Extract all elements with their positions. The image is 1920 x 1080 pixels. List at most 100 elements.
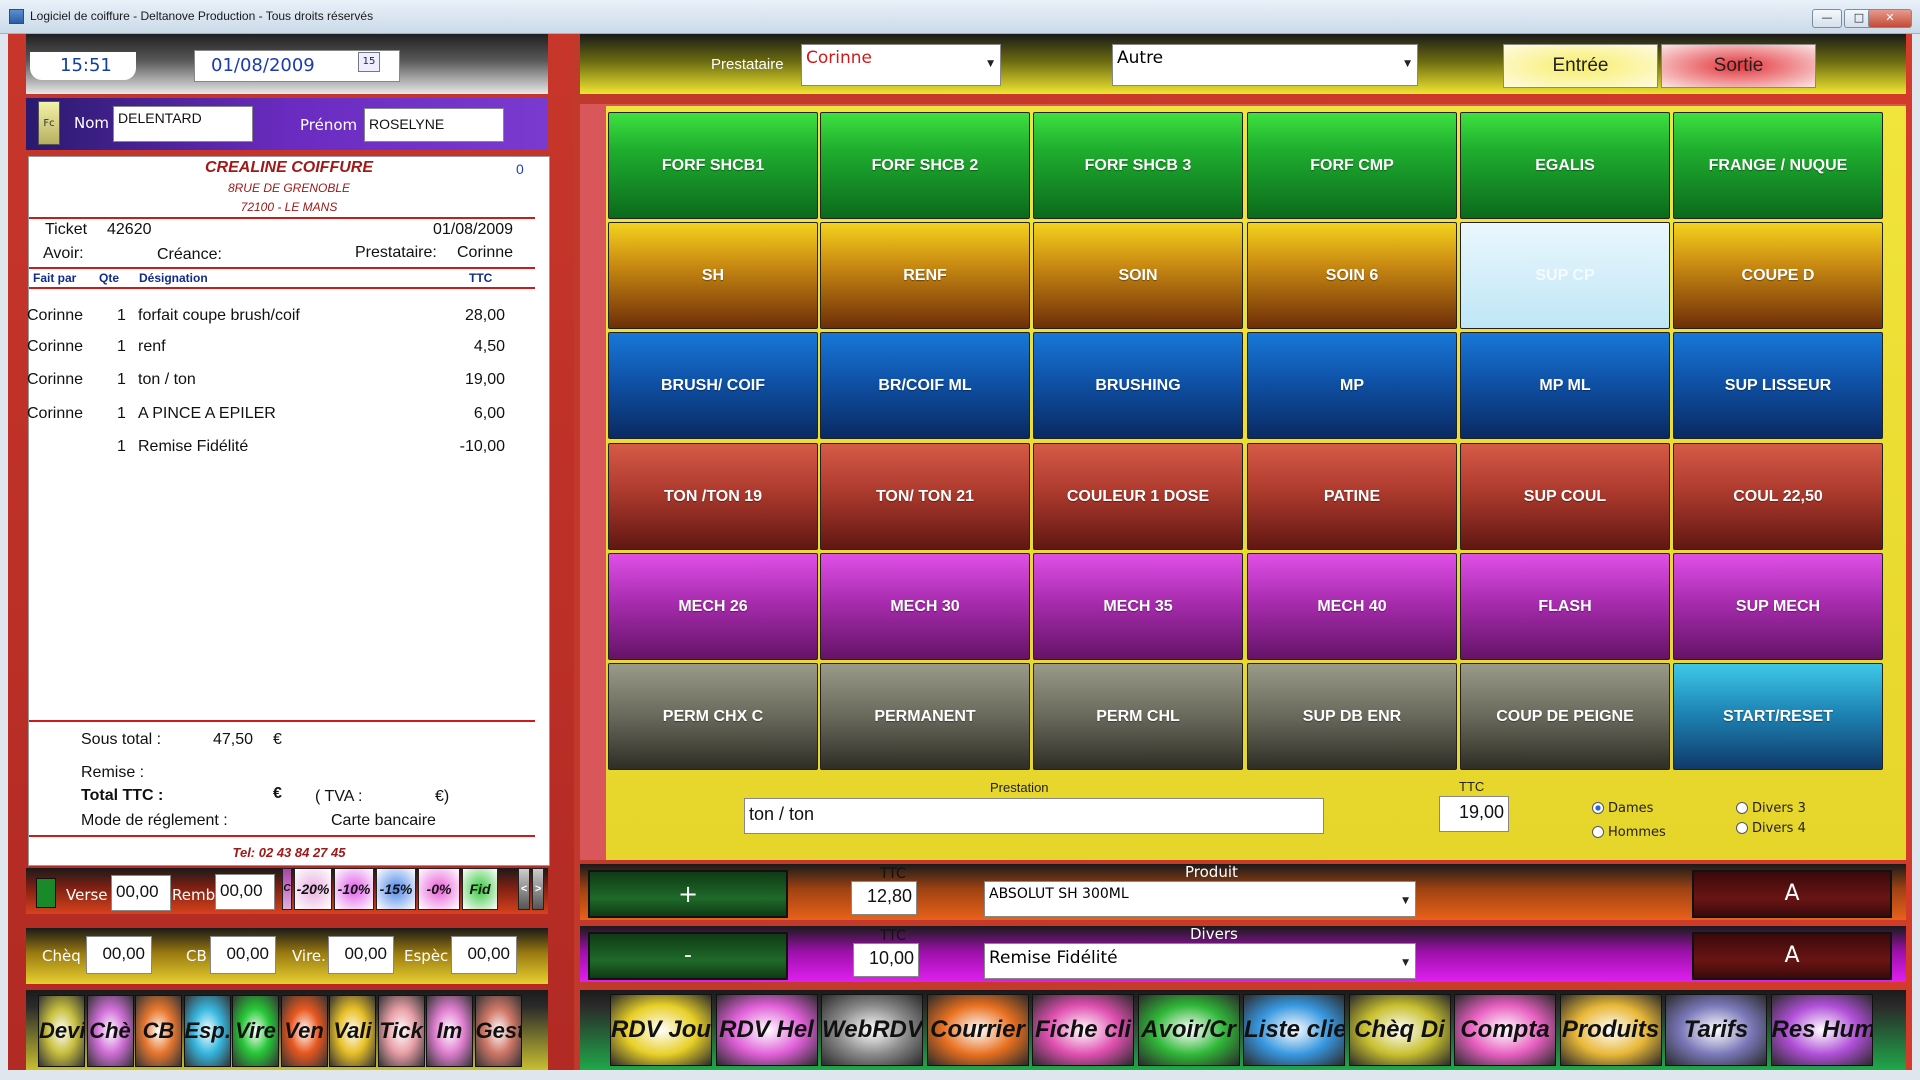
service-button[interactable]: FORF CMP (1247, 112, 1457, 219)
service-button[interactable]: PERM CHX C (608, 663, 818, 770)
divers3-radio[interactable] (1736, 802, 1748, 814)
service-button[interactable]: PERMANENT (820, 663, 1030, 770)
line-qty: 1 (117, 438, 126, 455)
bottom-nav-button[interactable]: Res Hum (1770, 994, 1873, 1066)
service-button[interactable]: TON /TON 19 (608, 443, 818, 550)
prestation-ttc-input[interactable]: 19,00 (1439, 796, 1509, 832)
service-button[interactable]: COUPE D (1673, 222, 1883, 329)
service-button[interactable]: FORF SHCB 2 (820, 112, 1030, 219)
discount-button[interactable]: -0% (418, 868, 460, 910)
service-button[interactable]: COUL 22,50 (1673, 443, 1883, 550)
prestataire-select[interactable]: Corinne ▼ (801, 44, 1001, 86)
service-button[interactable]: FRANGE / NUQUE (1673, 112, 1883, 219)
discount-button[interactable]: -20% (294, 868, 332, 910)
prestation-input[interactable]: ton / ton (744, 798, 1324, 834)
service-button[interactable]: PATINE (1247, 443, 1457, 550)
bottom-nav-button[interactable]: Tarifs (1665, 994, 1767, 1066)
bottom-nav-button[interactable]: WebRDV (821, 994, 923, 1066)
service-button[interactable]: SUP DB ENR (1247, 663, 1457, 770)
service-button[interactable]: MECH 30 (820, 553, 1030, 660)
left-nav-button[interactable]: Im (426, 995, 473, 1067)
service-button[interactable]: MP (1247, 332, 1457, 439)
left-nav-button[interactable]: Vire (232, 995, 279, 1067)
close-button[interactable]: ✕ (1868, 9, 1912, 28)
left-nav-button[interactable]: Gest (474, 995, 522, 1067)
service-button[interactable]: SUP COUL (1460, 443, 1670, 550)
bottom-nav-button[interactable]: Courrier (926, 994, 1029, 1066)
service-button[interactable]: SOIN 6 (1247, 222, 1457, 329)
service-button[interactable]: BR/COIF ML (820, 332, 1030, 439)
service-button[interactable]: MECH 40 (1247, 553, 1457, 660)
service-button[interactable]: FORF SHCB1 (608, 112, 818, 219)
minimize-button[interactable]: — (1812, 9, 1842, 28)
fc-badge[interactable]: Fc (38, 101, 60, 145)
service-button[interactable]: MECH 26 (608, 553, 818, 660)
bottom-nav-button[interactable]: Fiche cli (1032, 994, 1134, 1066)
entree-button[interactable]: Entrée (1503, 44, 1658, 88)
divers-select[interactable]: Remise Fidélité ▼ (984, 943, 1416, 979)
discount-button[interactable]: Fid (462, 868, 498, 910)
service-button[interactable]: PERM CHL (1033, 663, 1243, 770)
line-qty: 1 (117, 405, 126, 422)
bottom-nav-button[interactable]: RDV Hel (715, 994, 818, 1066)
left-nav-button[interactable]: Chè (86, 995, 134, 1067)
nom-input[interactable]: DELENTARD (113, 106, 253, 142)
produit-add-button[interactable]: + (588, 870, 788, 918)
produit-select[interactable]: ABSOLUT SH 300ML ▼ (984, 881, 1416, 917)
calendar-icon[interactable]: 15 (358, 52, 380, 72)
divers-ttc-input[interactable]: 10,00 (853, 943, 919, 977)
remb-input[interactable]: 00,00 (215, 874, 275, 910)
left-nav-button[interactable]: Vali (329, 995, 376, 1067)
bottom-nav-button[interactable]: Chèq Di (1348, 994, 1451, 1066)
divers4-radio[interactable] (1736, 822, 1748, 834)
bottom-nav-button[interactable]: Produits (1559, 994, 1662, 1066)
verse-input[interactable]: 00,00 (111, 875, 171, 911)
divers-remove-button[interactable]: - (588, 932, 788, 980)
espec-input[interactable]: 00,00 (451, 936, 517, 974)
service-button[interactable]: FORF SHCB 3 (1033, 112, 1243, 219)
service-button[interactable]: SUP MECH (1673, 553, 1883, 660)
discount-button[interactable]: > (532, 868, 544, 910)
line-designation: Remise Fidélité (138, 438, 249, 455)
bottom-nav-button[interactable]: Compta (1454, 994, 1556, 1066)
cheq-input[interactable]: 00,00 (86, 936, 152, 974)
line-designation: renf (138, 338, 166, 355)
dames-radio[interactable] (1592, 802, 1604, 814)
divers-a-button[interactable]: A (1692, 932, 1892, 980)
left-nav-button[interactable]: Esp. (183, 995, 231, 1067)
autre-select[interactable]: Autre ▼ (1112, 44, 1418, 86)
service-button[interactable]: BRUSHING (1033, 332, 1243, 439)
service-button[interactable]: MP ML (1460, 332, 1670, 439)
produit-ttc-input[interactable]: 12,80 (851, 881, 917, 915)
service-button[interactable]: TON/ TON 21 (820, 443, 1030, 550)
cb-input[interactable]: 00,00 (210, 936, 276, 974)
service-button[interactable]: RENF (820, 222, 1030, 329)
service-button[interactable]: EGALIS (1460, 112, 1670, 219)
discount-button[interactable]: -10% (334, 868, 374, 910)
bottom-nav-button[interactable]: Avoir/Cr (1137, 994, 1240, 1066)
left-nav-button[interactable]: Devi (38, 995, 85, 1067)
vire-input[interactable]: 00,00 (328, 936, 394, 974)
service-button[interactable]: START/RESET (1673, 663, 1883, 770)
left-nav-button[interactable]: Tick (377, 995, 425, 1067)
discount-button[interactable]: C (282, 868, 292, 910)
left-nav-button[interactable]: Ven (280, 995, 328, 1067)
left-nav-button[interactable]: CB (135, 995, 182, 1067)
service-button[interactable]: SUP CP (1460, 222, 1670, 329)
service-button[interactable]: COULEUR 1 DOSE (1033, 443, 1243, 550)
prenom-input[interactable]: ROSELYNE (364, 108, 504, 142)
hommes-radio[interactable] (1592, 826, 1604, 838)
bottom-nav-button[interactable]: Liste clie (1243, 994, 1345, 1066)
service-button[interactable]: MECH 35 (1033, 553, 1243, 660)
service-button[interactable]: BRUSH/ COIF (608, 332, 818, 439)
sortie-button[interactable]: Sortie (1661, 44, 1816, 88)
discount-button[interactable]: -15% (376, 868, 416, 910)
bottom-nav-button[interactable]: RDV Jou (610, 994, 712, 1066)
service-button[interactable]: SH (608, 222, 818, 329)
discount-button[interactable]: < (518, 868, 530, 910)
service-button[interactable]: SOIN (1033, 222, 1243, 329)
service-button[interactable]: FLASH (1460, 553, 1670, 660)
produit-a-button[interactable]: A (1692, 870, 1892, 918)
service-button[interactable]: SUP LISSEUR (1673, 332, 1883, 439)
service-button[interactable]: COUP DE PEIGNE (1460, 663, 1670, 770)
